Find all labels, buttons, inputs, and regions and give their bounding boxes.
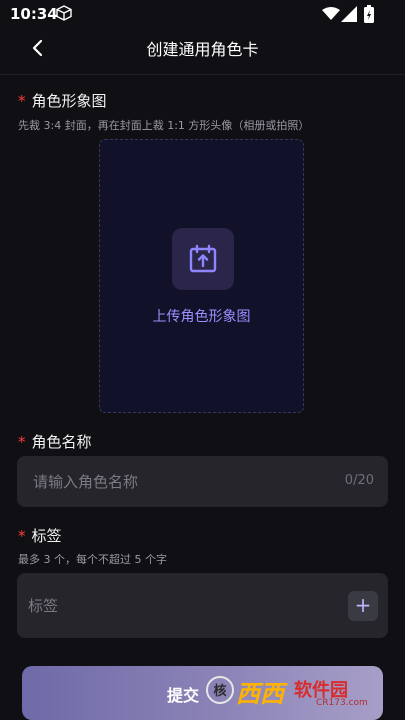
upload-label: 上传角色形象图 (152, 309, 251, 325)
required-mark: * (18, 527, 26, 545)
watermark-brand: 西西 (236, 680, 284, 708)
character-name-input[interactable]: 请输入角色名称 0/20 (17, 456, 388, 507)
image-section-hint: 先裁 3:4 封面，再在封面上裁 1:1 方形头像（相册或拍照） (18, 119, 310, 132)
name-char-counter: 0/20 (344, 473, 374, 488)
package-icon (56, 5, 72, 21)
tags-section-label: 标签 (31, 527, 62, 545)
watermark-logo: 核 西西 软件园 CR173.com (206, 672, 384, 710)
image-section-title: * 角色形象图 (18, 90, 107, 111)
watermark-url: CR173.com (316, 698, 368, 708)
tag-placeholder: 标签 (28, 597, 59, 615)
tags-section-title: * 标签 (18, 525, 62, 546)
page-title: 创建通用角色卡 (146, 40, 259, 59)
status-bar: 10:34 (0, 0, 405, 28)
tags-section-hint: 最多 3 个，每个不超过 5 个字 (18, 553, 167, 566)
status-time: 10:34 (10, 5, 58, 23)
required-mark: * (18, 92, 26, 110)
wifi-icon (322, 7, 340, 20)
required-mark: * (18, 433, 26, 451)
upload-image-area[interactable]: 上传角色形象图 (99, 139, 304, 413)
image-section-label: 角色形象图 (31, 92, 107, 110)
signal-icon (341, 6, 357, 22)
watermark-circle: 核 (206, 676, 234, 704)
add-tag-button[interactable]: + (348, 591, 378, 621)
name-placeholder: 请输入角色名称 (33, 473, 139, 491)
tag-input[interactable]: 标签 + (17, 573, 388, 638)
name-section-title: * 角色名称 (18, 431, 92, 452)
nav-bar: 创建通用角色卡 (0, 28, 405, 75)
name-section-label: 角色名称 (31, 433, 92, 451)
submit-label: 提交 (167, 686, 200, 705)
battery-icon (364, 5, 374, 23)
upload-icon (189, 244, 217, 273)
upload-icon-box (172, 228, 234, 290)
